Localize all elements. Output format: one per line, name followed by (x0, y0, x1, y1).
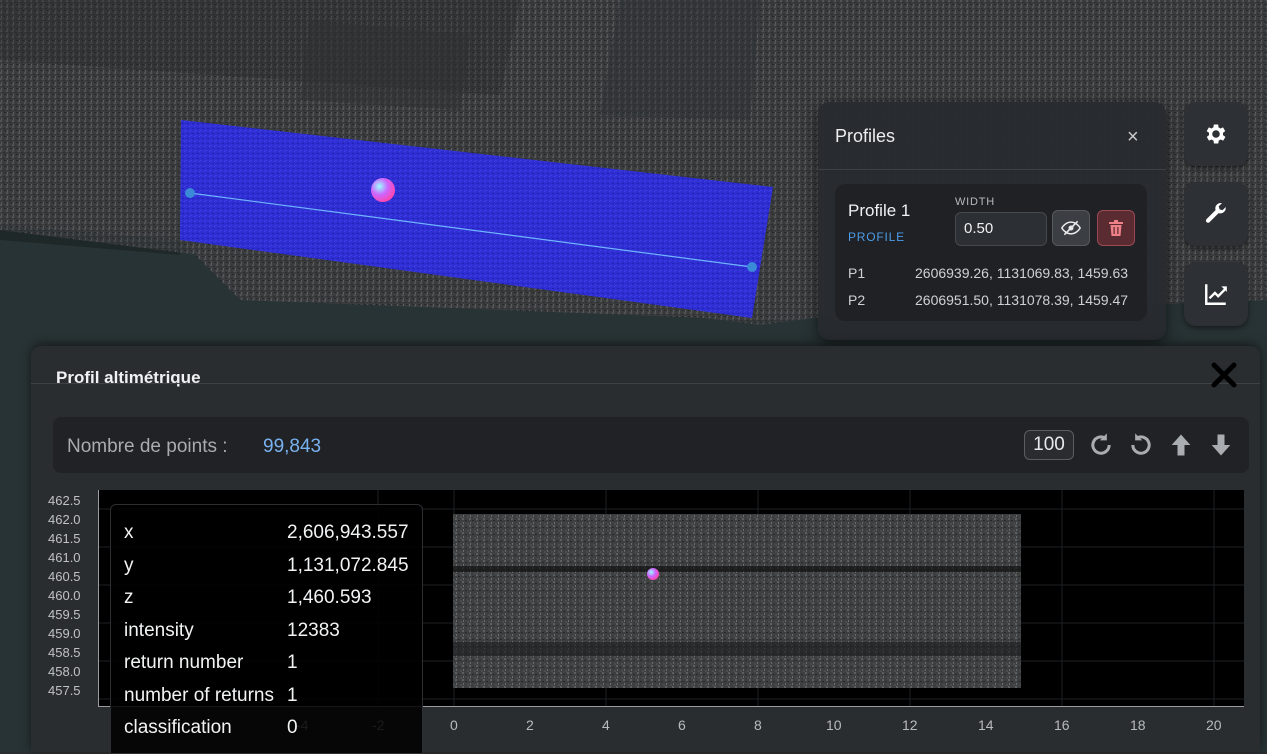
attr-key: y (124, 555, 134, 576)
attr-value: 1 (287, 685, 298, 706)
arrow-up-icon[interactable] (1167, 431, 1195, 459)
x-tick: 16 (1054, 717, 1070, 733)
y-tick: 457.5 (48, 683, 81, 698)
profile-chart-button[interactable] (1184, 262, 1248, 326)
trash-icon (1109, 220, 1123, 236)
tools-button[interactable] (1184, 182, 1248, 246)
profile-toolbar: Nombre de points : 99,843 100 (53, 417, 1249, 473)
profiles-panel-title: Profiles (835, 126, 896, 146)
point-info-tooltip: x 2,606,943.557 y 1,131,072.845 z 1,460.… (110, 504, 423, 754)
y-tick: 459.5 (48, 607, 81, 622)
attr-value: 2,606,943.557 (287, 522, 409, 543)
point-budget-input[interactable]: 100 (1024, 430, 1074, 460)
attr-key: intensity (124, 620, 194, 641)
attr-value: 1 (287, 652, 298, 673)
wrench-icon (1205, 203, 1226, 223)
y-tick: 460.0 (48, 588, 81, 603)
y-tick: 462.0 (48, 512, 81, 527)
attr-value: 12383 (287, 620, 340, 641)
width-label: WIDTH (955, 196, 996, 208)
divider (31, 383, 1260, 384)
y-tick: 458.0 (48, 664, 81, 679)
attr-key: z (124, 587, 134, 608)
divider (818, 169, 1166, 170)
y-tick: 461.5 (48, 531, 81, 546)
x-tick: 4 (602, 717, 610, 733)
attr-key: number of returns (124, 685, 274, 706)
close-profiles-button[interactable]: × (1127, 126, 1139, 149)
attr-value: 1,460.593 (287, 587, 372, 608)
profile-start-handle[interactable] (185, 188, 195, 198)
profile-name[interactable]: Profile 1 (848, 201, 910, 221)
p2-label: P2 (848, 292, 866, 308)
profile-card: Profile 1 PROFILE WIDTH 0.50 P1 2606939.… (835, 184, 1147, 321)
close-icon[interactable] (1209, 360, 1239, 390)
y-tick: 460.5 (48, 569, 81, 584)
p1-label: P1 (848, 265, 866, 281)
y-tick: 458.5 (48, 645, 81, 660)
p2-coordinates: 2606951.50, 1131078.39, 1459.47 (915, 292, 1129, 308)
x-tick: 18 (1130, 717, 1146, 733)
points-count-label: Nombre de points : (67, 436, 228, 457)
x-tick: 20 (1206, 717, 1222, 733)
rotate-ccw-icon[interactable] (1127, 431, 1155, 459)
x-tick: 0 (450, 717, 458, 733)
selected-point-marker (647, 568, 659, 580)
x-tick: 10 (826, 717, 842, 733)
x-tick: 8 (754, 717, 762, 733)
y-tick: 459.0 (48, 626, 81, 641)
attr-value: 1,131,072.845 (287, 555, 409, 576)
x-tick: 6 (678, 717, 686, 733)
y-tick: 462.5 (48, 493, 81, 508)
delete-profile-button[interactable] (1097, 210, 1135, 246)
profile-points (453, 514, 1021, 688)
x-tick: 2 (526, 717, 534, 733)
attr-key: classification (124, 717, 232, 738)
settings-button[interactable] (1184, 102, 1248, 166)
attr-value: 0 (287, 717, 298, 738)
attr-key: x (124, 522, 134, 543)
points-count-value: 99,843 (263, 436, 322, 457)
y-tick: 461.0 (48, 550, 81, 565)
gear-icon (1206, 124, 1226, 144)
profile-end-handle[interactable] (747, 262, 757, 272)
profile-type-label: PROFILE (848, 230, 905, 244)
rotate-cw-icon[interactable] (1087, 431, 1115, 459)
p1-coordinates: 2606939.26, 1131069.83, 1459.63 (915, 265, 1129, 281)
chart-line-icon (1205, 284, 1227, 305)
point-marker-sphere (371, 178, 395, 202)
width-input[interactable]: 0.50 (955, 212, 1047, 246)
toggle-visibility-button[interactable] (1052, 210, 1090, 246)
x-tick: 14 (978, 717, 994, 733)
arrow-down-icon[interactable] (1207, 431, 1235, 459)
y-axis (98, 490, 99, 706)
profiles-panel: Profiles × Profile 1 PROFILE WIDTH 0.50 … (818, 102, 1166, 340)
profile-window-title: Profil altimétrique (56, 368, 201, 387)
attr-key: return number (124, 652, 244, 673)
x-tick: 12 (902, 717, 918, 733)
eye-slash-icon (1061, 220, 1081, 236)
